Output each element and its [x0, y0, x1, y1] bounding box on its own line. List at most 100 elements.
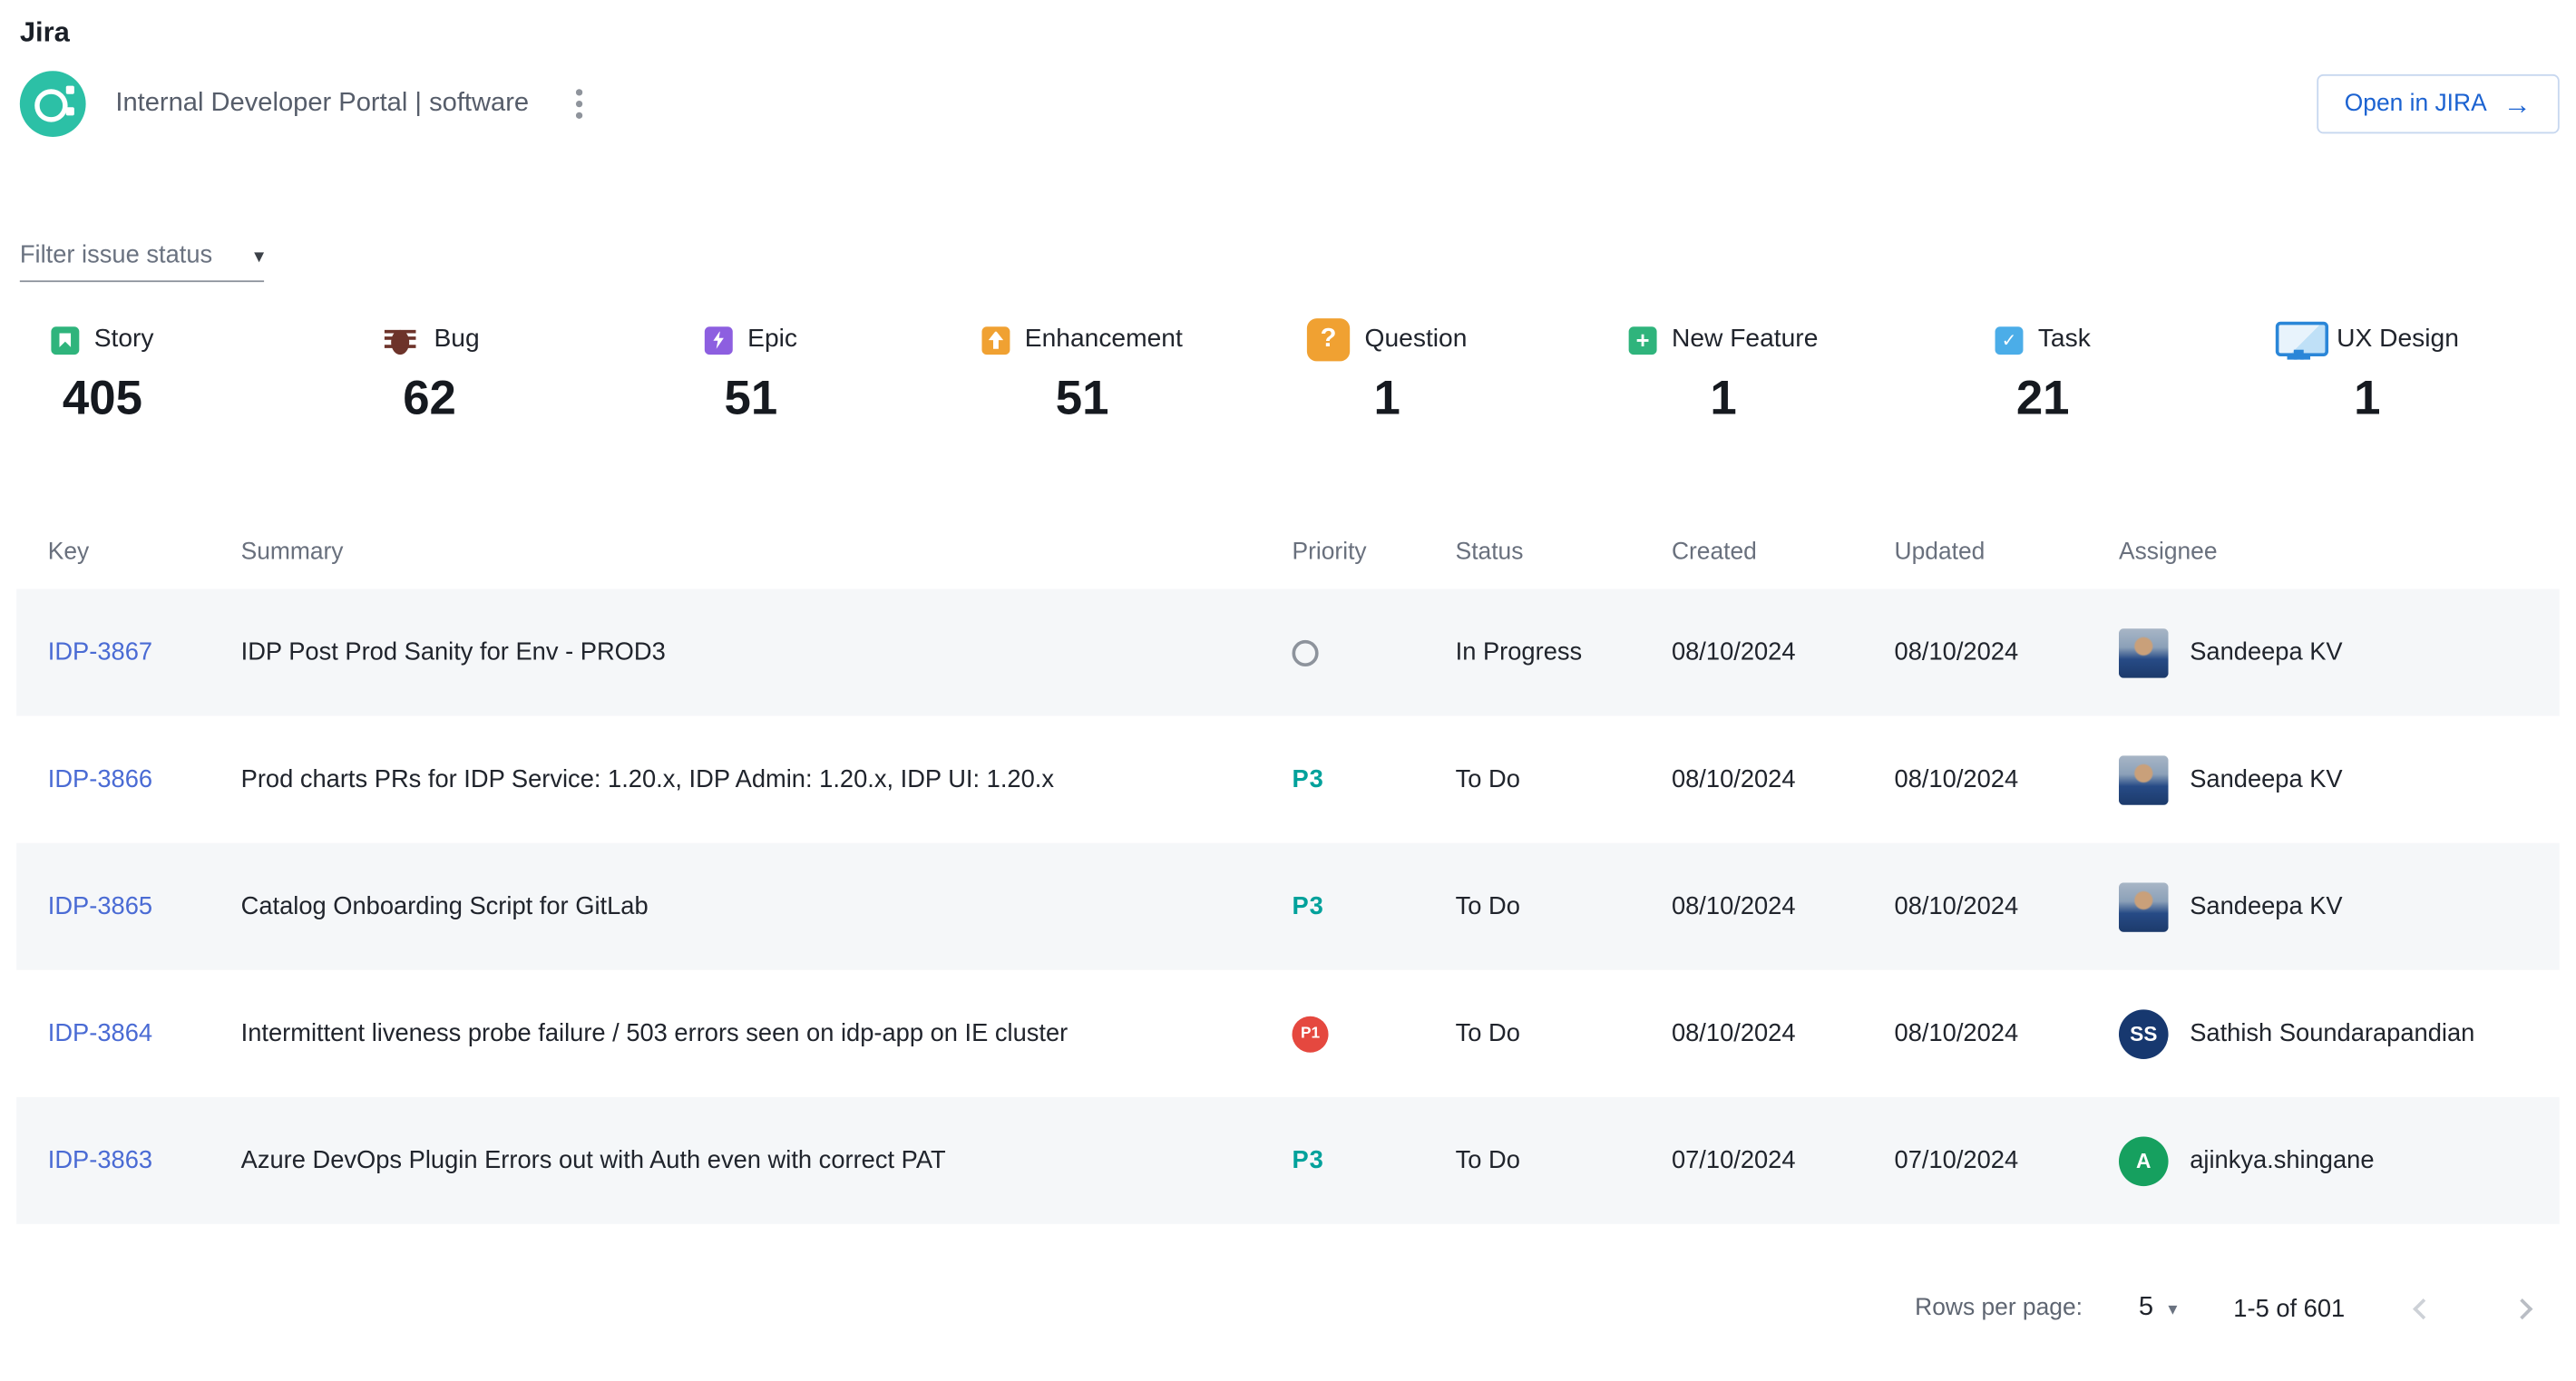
stat-question: ? Question 1	[1307, 315, 1468, 427]
issue-status: In Progress	[1456, 638, 1672, 666]
chevron-down-icon: ▾	[2168, 1298, 2177, 1319]
stat-label: UX Design	[2337, 325, 2459, 355]
issue-key-link[interactable]: IDP-3865	[48, 891, 152, 919]
avatar: SS	[2119, 1009, 2169, 1059]
column-header-summary: Summary	[241, 540, 1293, 566]
priority-icon	[1293, 639, 1319, 666]
issue-key-link[interactable]: IDP-3864	[48, 1018, 152, 1046]
stat-label: Task	[2038, 325, 2091, 355]
project-name: Internal Developer Portal | software	[115, 89, 529, 119]
avatar	[2119, 754, 2169, 804]
issue-updated: 08/10/2024	[1895, 1019, 2119, 1047]
stat-count: 1	[2276, 373, 2459, 427]
next-page-button[interactable]	[2500, 1287, 2542, 1329]
stat-count: 51	[981, 373, 1182, 427]
priority-icon: P3	[1293, 765, 1324, 793]
issue-summary: Catalog Onboarding Script for GitLab	[241, 892, 1293, 920]
issue-created: 08/10/2024	[1672, 1019, 1895, 1047]
project-header: Internal Developer Portal | software Ope…	[20, 69, 2576, 138]
issue-created: 08/10/2024	[1672, 638, 1895, 666]
question-icon: ?	[1307, 318, 1350, 361]
issues-table: Key Summary Priority Status Created Upda…	[16, 516, 2560, 1223]
issue-key-link[interactable]: IDP-3863	[48, 1146, 152, 1174]
stat-count: 1	[1307, 373, 1468, 427]
enhancement-icon	[981, 326, 1010, 354]
more-options-icon[interactable]	[565, 79, 591, 129]
issue-created: 08/10/2024	[1672, 765, 1895, 793]
story-icon	[51, 326, 79, 354]
table-row: IDP-3863 Azure DevOps Plugin Errors out …	[16, 1097, 2560, 1224]
avatar	[2119, 627, 2169, 677]
issue-updated: 08/10/2024	[1895, 765, 2119, 793]
issue-status: To Do	[1456, 1146, 1672, 1174]
task-icon: ✓	[1995, 326, 2024, 354]
pagination-range: 1-5 of 601	[2233, 1294, 2345, 1322]
filter-label: Filter issue status	[20, 241, 212, 269]
table-row: IDP-3865 Catalog Onboarding Script for G…	[16, 843, 2560, 970]
stat-label: Bug	[434, 325, 479, 355]
epic-icon	[705, 326, 733, 354]
stat-enhancement: Enhancement 51	[981, 315, 1182, 427]
rows-per-page-select[interactable]: 5 ▾	[2139, 1293, 2178, 1323]
stat-label: New Feature	[1672, 325, 1818, 355]
issue-created: 07/10/2024	[1672, 1146, 1895, 1174]
issue-summary: Prod charts PRs for IDP Service: 1.20.x,…	[241, 765, 1293, 793]
stat-count: 51	[705, 373, 797, 427]
stat-count: 405	[51, 373, 153, 427]
column-header-created: Created	[1672, 540, 1895, 566]
issue-type-stats: Story 405 Bug 62 Epic 51 Enhancement 51	[20, 315, 2576, 427]
stat-bug: Bug 62	[379, 315, 479, 427]
priority-icon: P3	[1293, 892, 1324, 920]
arrow-right-icon: →	[2503, 90, 2532, 118]
jira-plugin-card: Jira Internal Developer Portal | softwar…	[0, 0, 2576, 1381]
issue-summary: IDP Post Prod Sanity for Env - PROD3	[241, 638, 1293, 666]
idp-project-logo-icon	[20, 71, 86, 137]
priority-icon: P3	[1293, 1146, 1324, 1174]
stat-ux-design: UX Design 1	[2276, 315, 2459, 427]
issue-key-link[interactable]: IDP-3866	[48, 764, 152, 793]
stat-count: 1	[1629, 373, 1819, 427]
issue-summary: Intermittent liveness probe failure / 50…	[241, 1019, 1293, 1047]
table-row: IDP-3864 Intermittent liveness probe fai…	[16, 970, 2560, 1097]
assignee-name: ajinkya.shingane	[2190, 1146, 2374, 1174]
stat-label: Enhancement	[1025, 325, 1183, 355]
column-header-priority: Priority	[1293, 540, 1456, 566]
bug-icon	[379, 320, 419, 360]
issue-status: To Do	[1456, 765, 1672, 793]
rows-per-page-value: 5	[2139, 1293, 2153, 1323]
new-feature-icon: +	[1629, 326, 1657, 354]
assignee-name: Sandeepa KV	[2190, 765, 2342, 793]
previous-page-button[interactable]	[2401, 1287, 2444, 1329]
open-in-jira-button[interactable]: Open in JIRA →	[2317, 74, 2560, 133]
table-row: IDP-3867 IDP Post Prod Sanity for Env - …	[16, 588, 2560, 715]
stat-label: Epic	[747, 325, 797, 355]
column-header-key: Key	[48, 540, 241, 566]
issue-key-link[interactable]: IDP-3867	[48, 637, 152, 666]
column-header-assignee: Assignee	[2119, 540, 2560, 566]
stat-label: Story	[94, 325, 154, 355]
rows-per-page-label: Rows per page:	[1915, 1295, 2083, 1321]
issue-status: To Do	[1456, 1019, 1672, 1047]
filter-issue-status-select[interactable]: Filter issue status ▾	[20, 241, 264, 282]
column-header-status: Status	[1456, 540, 1672, 566]
stat-label: Question	[1365, 325, 1468, 355]
column-header-updated: Updated	[1895, 540, 2119, 566]
stat-epic: Epic 51	[705, 315, 797, 427]
stat-task: ✓ Task 21	[1995, 315, 2091, 427]
issue-summary: Azure DevOps Plugin Errors out with Auth…	[241, 1146, 1293, 1174]
stat-count: 62	[379, 373, 479, 427]
open-in-jira-label: Open in JIRA	[2345, 91, 2487, 117]
stat-count: 21	[1995, 373, 2091, 427]
chevron-left-icon	[2412, 1298, 2433, 1318]
chevron-down-icon: ▾	[254, 243, 264, 266]
table-header-row: Key Summary Priority Status Created Upda…	[16, 516, 2560, 588]
assignee-name: Sandeepa KV	[2190, 638, 2342, 666]
assignee-name: Sathish Soundarapandian	[2190, 1019, 2474, 1047]
pagination-bar: Rows per page: 5 ▾ 1-5 of 601	[0, 1287, 2543, 1329]
avatar	[2119, 881, 2169, 931]
issue-updated: 08/10/2024	[1895, 638, 2119, 666]
avatar: A	[2119, 1136, 2169, 1186]
table-row: IDP-3866 Prod charts PRs for IDP Service…	[16, 716, 2560, 843]
issue-updated: 07/10/2024	[1895, 1146, 2119, 1174]
page-title: Jira	[0, 0, 2576, 50]
